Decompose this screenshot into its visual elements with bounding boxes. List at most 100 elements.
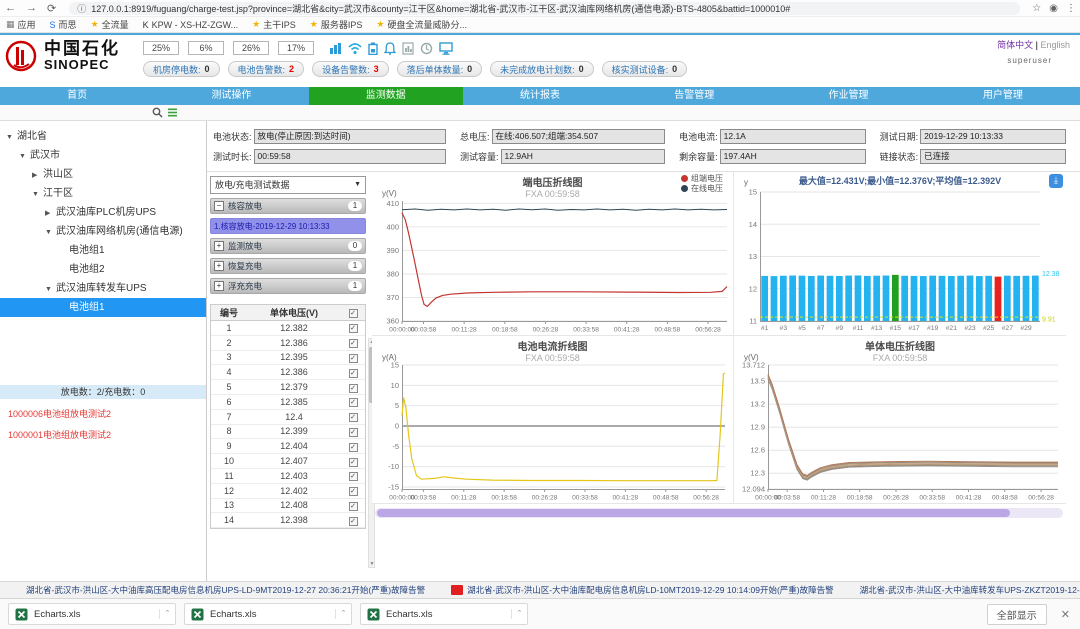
svg-text:0: 0 [395,421,399,430]
bookmark-item[interactable]: K KPW - XS-HZ-ZGW... [143,20,239,30]
lang-zh-link[interactable]: 简体中文 [997,40,1033,50]
nav-tab[interactable]: 监测数据 [309,87,463,105]
bookmark-item[interactable]: ★ 全流量 [91,18,129,31]
accordion-row[interactable]: + 恢复充电 1 [210,258,366,274]
download-item[interactable]: Echarts.xls ˆ [8,603,176,625]
test-link[interactable]: 1000001电池组放电测试2 [0,424,206,445]
accordion-row[interactable]: + 监测放电 0 [210,238,366,254]
tree-arrow-icon[interactable]: ▼ [6,128,17,146]
wifi-icon[interactable] [348,42,362,55]
legend-item[interactable]: 在线电压 [681,183,723,193]
horizontal-scrollbar[interactable] [375,508,1063,518]
chevron-down-icon: ▼ [354,177,361,193]
refresh-icon[interactable] [420,42,433,55]
expand-toggle-icon[interactable]: + [214,241,224,251]
table-header: 编号 单体电压(V) ✓ [211,305,365,321]
monitor-icon[interactable] [439,42,453,55]
bookmark-item[interactable]: S 而思 [50,18,77,31]
bell-icon[interactable] [384,42,396,55]
bookmark-item[interactable]: ★ 服务器IPS [310,18,363,31]
bookmark-item[interactable]: ★ 主干IPS [252,18,296,31]
row-checkbox[interactable]: ✓ [349,502,358,511]
site-info-icon[interactable]: ⓘ [77,2,86,15]
row-checkbox[interactable]: ✓ [349,339,358,348]
expand-toggle-icon[interactable]: + [214,281,224,291]
row-checkbox[interactable]: ✓ [349,487,358,496]
hscrollbar-thumb[interactable] [377,509,1010,517]
download-caret-icon[interactable]: ˆ [159,609,169,619]
tree-node[interactable]: ▶洪山区 [0,165,206,184]
bookmark-star-icon[interactable]: ☆ [1032,3,1041,14]
close-downloads-icon[interactable]: ✕ [1061,608,1070,621]
tree-arrow-icon[interactable]: ▶ [45,204,56,222]
row-checkbox[interactable]: ✓ [349,413,358,422]
row-checkbox[interactable]: ✓ [349,443,358,452]
tree-arrow-icon[interactable]: ▼ [45,223,56,241]
download-item[interactable]: Echarts.xls ˆ [360,603,528,625]
bookmark-item[interactable]: ★ 硬盘全流量威胁分... [376,18,467,31]
export-icon[interactable]: ⤓ [1049,174,1063,188]
expand-toggle-icon[interactable]: + [214,261,224,271]
url-field[interactable]: ⓘ 127.0.0.1:8919/fuguang/charge-test.jsp… [69,2,1020,15]
info-field: 测试容量: 12.9AH [460,146,665,166]
row-checkbox[interactable]: ✓ [349,458,358,467]
report-icon[interactable] [402,42,414,55]
row-checkbox[interactable]: ✓ [349,517,358,526]
tree-arrow-icon[interactable]: ▶ [32,166,43,184]
browser-menu-icon[interactable]: ⋮ [1066,3,1076,14]
battery-icon[interactable] [368,42,378,55]
test-link[interactable]: 1000006电池组放电测试2 [0,403,206,424]
row-checkbox[interactable]: ✓ [349,428,358,437]
row-checkbox[interactable]: ✓ [349,354,358,363]
reload-icon[interactable]: ⟳ [47,2,56,15]
table-row: 2 12.386 ✓ [211,336,365,351]
nav-tab[interactable]: 首页 [0,87,154,105]
tree-node[interactable]: 电池组1 [0,241,206,260]
row-checkbox[interactable]: ✓ [349,384,358,393]
tree-node[interactable]: ▼武汉油库转发车UPS [0,279,206,298]
accordion-row[interactable]: + 浮充充电 1 [210,278,366,294]
tree-node[interactable]: ▼江干区 [0,184,206,203]
lang-en-link[interactable]: English [1040,40,1070,50]
accordion-row[interactable]: − 核容放电 1 [210,198,366,214]
tree-node[interactable]: ▼武汉油库网络机房(通信电源) [0,222,206,241]
bookmark-item[interactable]: ▦ 应用 [6,18,36,31]
tree-node[interactable]: ▶武汉油库PLC机房UPS [0,203,206,222]
back-icon[interactable]: ← [5,2,16,14]
svg-text:14: 14 [749,220,757,229]
tree-node[interactable]: 电池组2 [0,260,206,279]
bookmark-icon: ★ [376,19,384,30]
accordion-row[interactable]: 1.核容放电-2019-12-29 10:13:33 [210,218,366,234]
nav-tab[interactable]: 测试操作 [154,87,308,105]
nav-tab[interactable]: 用户管理 [926,87,1080,105]
test-data-dropdown[interactable]: 放电/充电测试数据 ▼ [210,176,366,194]
svg-text:00:41:28: 00:41:28 [613,495,639,502]
row-checkbox[interactable]: ✓ [349,324,358,333]
table-row: 12 12.402 ✓ [211,484,365,499]
show-all-downloads-button[interactable]: 全部显示 [987,604,1047,625]
svg-text:#3: #3 [780,325,788,332]
expand-toggle-icon[interactable]: − [214,201,224,211]
legend-item[interactable]: 组端电压 [681,173,723,183]
profile-icon[interactable]: ◉ [1049,3,1058,14]
row-checkbox[interactable]: ✓ [349,369,358,378]
nav-tab[interactable]: 统计报表 [463,87,617,105]
nav-tab[interactable]: 告警管理 [617,87,771,105]
select-all-checkbox[interactable]: ✓ [349,309,358,318]
nav-tab[interactable]: 作业管理 [771,87,925,105]
tree-node[interactable]: ▼湖北省 [0,127,206,146]
forward-icon[interactable]: → [26,2,37,14]
download-caret-icon[interactable]: ˆ [335,609,345,619]
tree-node[interactable]: 电池组1 [0,298,206,317]
tree-arrow-icon[interactable]: ▼ [45,280,56,298]
chart-icon[interactable] [329,42,342,55]
row-checkbox[interactable]: ✓ [349,398,358,407]
search-icon[interactable] [152,107,163,118]
download-caret-icon[interactable]: ˆ [511,609,521,619]
download-item[interactable]: Echarts.xls ˆ [184,603,352,625]
tree-arrow-icon[interactable]: ▼ [32,185,43,203]
tree-node[interactable]: ▼武汉市 [0,146,206,165]
row-checkbox[interactable]: ✓ [349,472,358,481]
tree-arrow-icon[interactable]: ▼ [19,147,30,165]
list-view-icon[interactable] [167,107,178,118]
